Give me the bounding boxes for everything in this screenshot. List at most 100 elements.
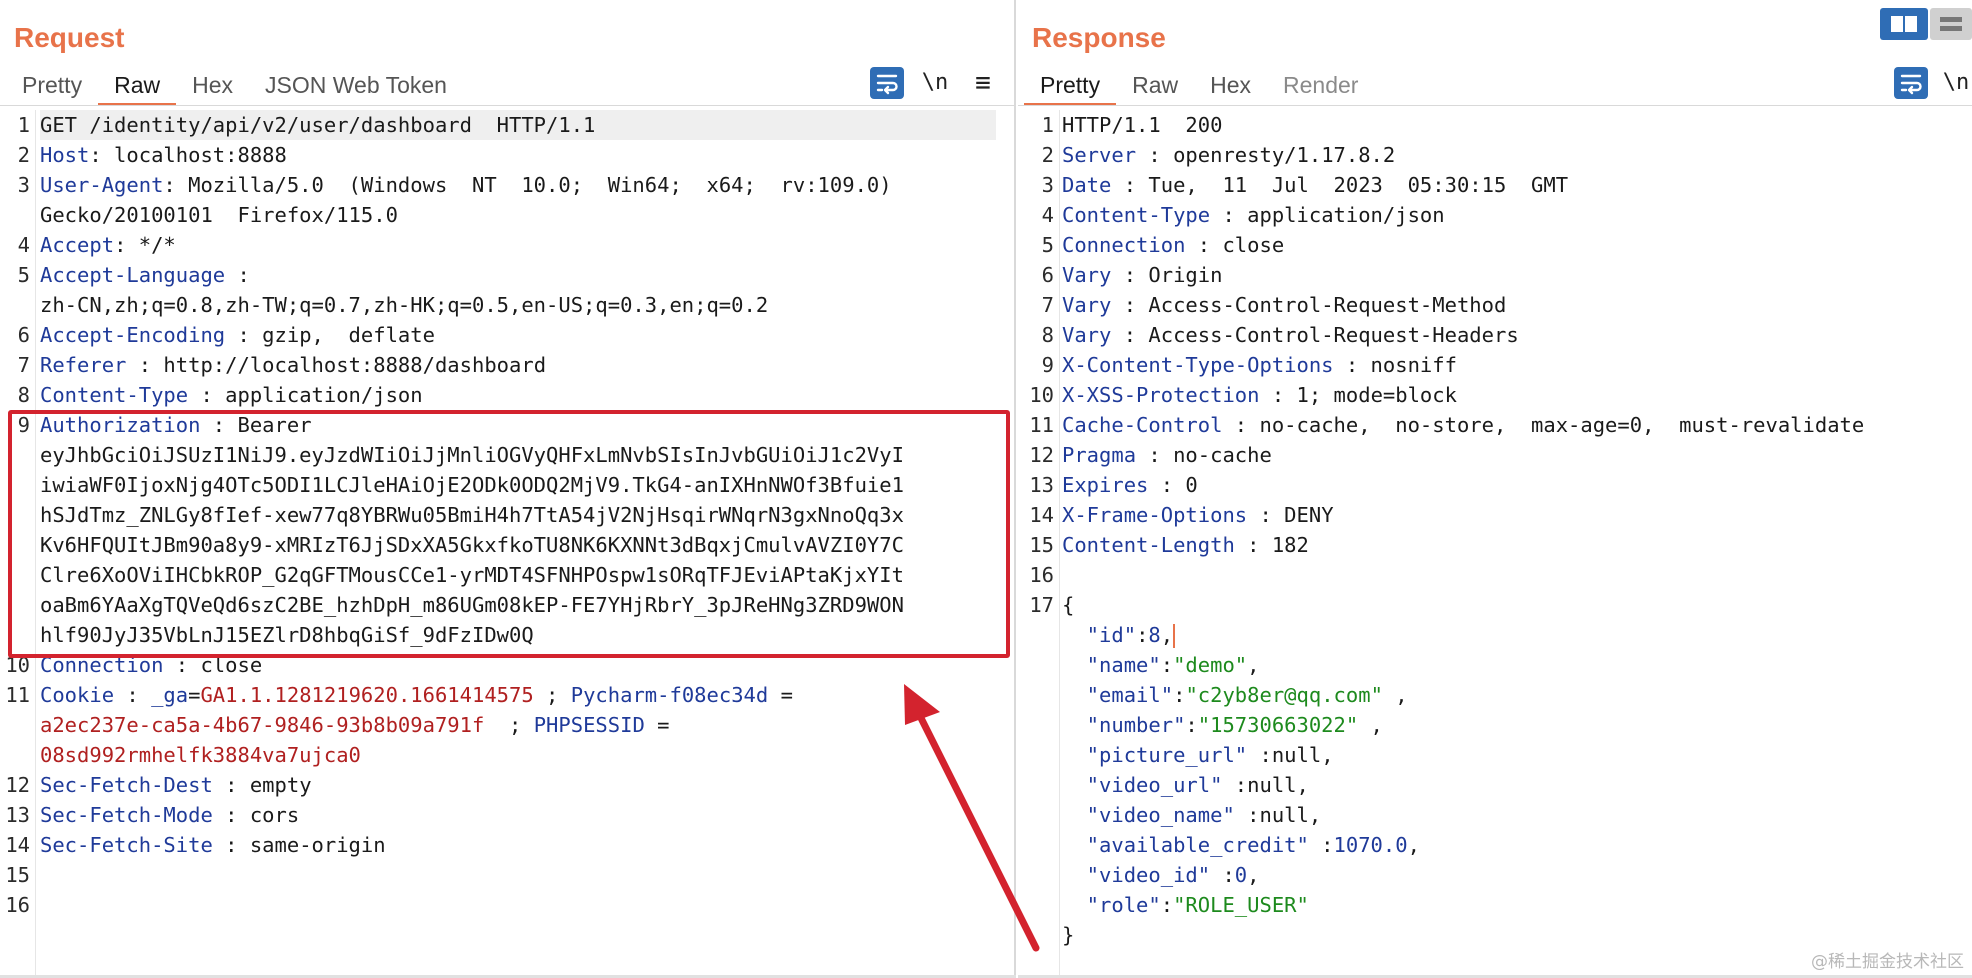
token-value: 1070.0 [1333,833,1408,857]
code-line: 15 [0,860,1014,890]
token-value: : Bearer [200,413,312,437]
line-content: Date : Tue, 11 Jul 2023 05:30:15 GMT [1062,170,1972,200]
request-editor[interactable]: 1 GET /identity/api/v2/user/dashboard HTT… [0,110,1014,978]
split-view-toggle[interactable] [1880,8,1928,40]
wrapped-row: User-Agent: Mozilla/5.0 (Windows NT 10.0… [40,170,1014,200]
code-line: 2 Host: localhost:8888 [0,140,1014,170]
line-content: Expires : 0 [1062,470,1972,500]
line-number: 3 [17,173,30,197]
line-number: 16 [1029,563,1054,587]
line-content: Sec-Fetch-Site : same-origin [40,830,1014,860]
line-content: { "id":8, "name":"demo", "email":"c2yb8e… [1062,590,1972,950]
token-value: : [1210,863,1235,887]
line-number: 8 [17,383,30,407]
line-content: X-XSS-Protection : 1; mode=block [1062,380,1972,410]
token-value: GET /identity/api/v2/user/dashboard HTTP… [40,113,596,137]
token-key: Content-Type [1062,203,1211,227]
token-value: : [1136,623,1149,647]
word-wrap-button[interactable] [1894,67,1928,99]
request-lines: 1 GET /identity/api/v2/user/dashboard HTT… [0,110,1014,920]
line-content: Content-Length : 182 [1062,530,1972,560]
token-value: Gecko/20100101 Firefox/115.0 [40,203,398,227]
token-value: : application/json [1210,203,1445,227]
token-key: X-Frame-Options [1062,503,1248,527]
token-value: : 0 [1148,473,1198,497]
token-key: "available_credit" [1062,833,1309,857]
stacked-view-toggle[interactable] [1930,8,1972,40]
token-value: : [1308,833,1334,857]
show-newlines-button[interactable]: \n [1940,67,1972,99]
token-value: = [768,683,793,707]
wrapped-row [40,860,1014,890]
token-value: Clre6XoOViIHCbkROP_G2qGFTMousCCe1-yrMDT4… [40,563,904,587]
tab-json-web-token[interactable]: JSON Web Token [249,70,463,106]
wrapped-row: GET /identity/api/v2/user/dashboard HTTP… [40,110,996,140]
code-line: 6 Vary : Origin [1018,260,1972,290]
line-content: Vary : Access-Control-Request-Headers [1062,320,1972,350]
code-line: 12 Sec-Fetch-Dest : empty [0,770,1014,800]
tab-raw[interactable]: Raw [1116,70,1194,106]
show-newlines-button[interactable]: \n [918,67,952,99]
response-panel: Response Pretty Raw Hex Render \n 1 HTTP/1.1… [1018,0,1972,978]
response-tabs: Pretty Raw Hex Render [1024,70,1374,106]
token-value: : Origin [1111,263,1223,287]
wrapped-row [40,890,1014,920]
token-value: : close [163,653,263,677]
token-key: Cookie [40,683,115,707]
word-wrap-button[interactable] [870,67,904,99]
tab-pretty[interactable]: Pretty [6,70,98,106]
tab-hex[interactable]: Hex [1194,70,1267,106]
code-line: 10 Connection : close [0,650,1014,680]
code-line: 15 Content-Length : 182 [1018,530,1972,560]
token-key: Sec-Fetch-Mode [40,803,213,827]
code-line: 16 [1018,560,1972,590]
rows-icon [1940,17,1962,31]
wrapped-row: hlf90JyJ35VbLnJ15EZlrD8hbqGiSf_9dFzIDw0Q [40,620,1014,650]
token-key: PHPSESSID [533,713,645,737]
token-value: :null, [1222,773,1309,797]
wrapped-row: Host: localhost:8888 [40,140,1014,170]
response-lines: 1 HTTP/1.1 200 2 Server : openresty/1.17.8.… [1018,110,1972,950]
line-number: 10 [1029,383,1054,407]
tab-render[interactable]: Render [1267,70,1374,106]
line-number: 7 [1041,293,1054,317]
token-value: : application/json [188,383,423,407]
wrapped-row: Referer : http://localhost:8888/dashboar… [40,350,1014,380]
token-key: User-Agent [40,173,164,197]
token-key: "video_url" [1062,773,1223,797]
token-key: Connection [40,653,164,677]
code-line: 11 Cookie : _ga=GA1.1.1281219620.16614145… [0,680,1014,770]
line-number: 2 [1041,143,1054,167]
tab-pretty[interactable]: Pretty [1024,70,1117,106]
token-value: : http://localhost:8888/dashboard [126,353,547,377]
token-key: _ga [151,683,189,707]
tab-hex[interactable]: Hex [176,70,249,106]
tab-raw[interactable]: Raw [98,70,177,106]
token-value: : Tue, 11 Jul 2023 05:30:15 GMT [1111,173,1569,197]
token-value: a2ec237e-ca5a-4b67-9846-93b8b09a791f [40,713,485,737]
request-tabs-divider [0,105,1014,106]
token-value: : 182 [1234,533,1309,557]
token-value: : no-cache [1136,443,1272,467]
line-number: 10 [5,653,30,677]
line-content: Accept: */* [40,230,1014,260]
token-value: : [114,683,152,707]
line-content: Connection : close [40,650,1014,680]
line-content: Server : openresty/1.17.8.2 [1062,140,1972,170]
line-number: 12 [1029,443,1054,467]
line-number: 5 [17,263,30,287]
line-number: 1 [17,113,30,137]
line-content: X-Frame-Options : DENY [1062,500,1972,530]
watermark: @稀土掘金技术社区 [1811,952,1964,972]
code-line: 13 Sec-Fetch-Mode : cors [0,800,1014,830]
menu-icon[interactable]: ≡ [966,67,1000,99]
line-number: 17 [1029,593,1054,617]
token-value: hSJdTmz_ZNLGy8fIef-xew77q8YBRWu05BmiH4h7… [40,503,904,527]
wrapped-row: Accept-Language : [40,260,1014,290]
token-key: Vary [1062,263,1112,287]
response-editor[interactable]: 1 HTTP/1.1 200 2 Server : openresty/1.17.8.… [1018,110,1972,978]
wrapped-row: Sec-Fetch-Site : same-origin [40,830,1014,860]
response-title: Response [1032,22,1166,53]
code-line: 14 X-Frame-Options : DENY [1018,500,1972,530]
wrapped-row: Authorization : Bearer [40,410,1014,440]
